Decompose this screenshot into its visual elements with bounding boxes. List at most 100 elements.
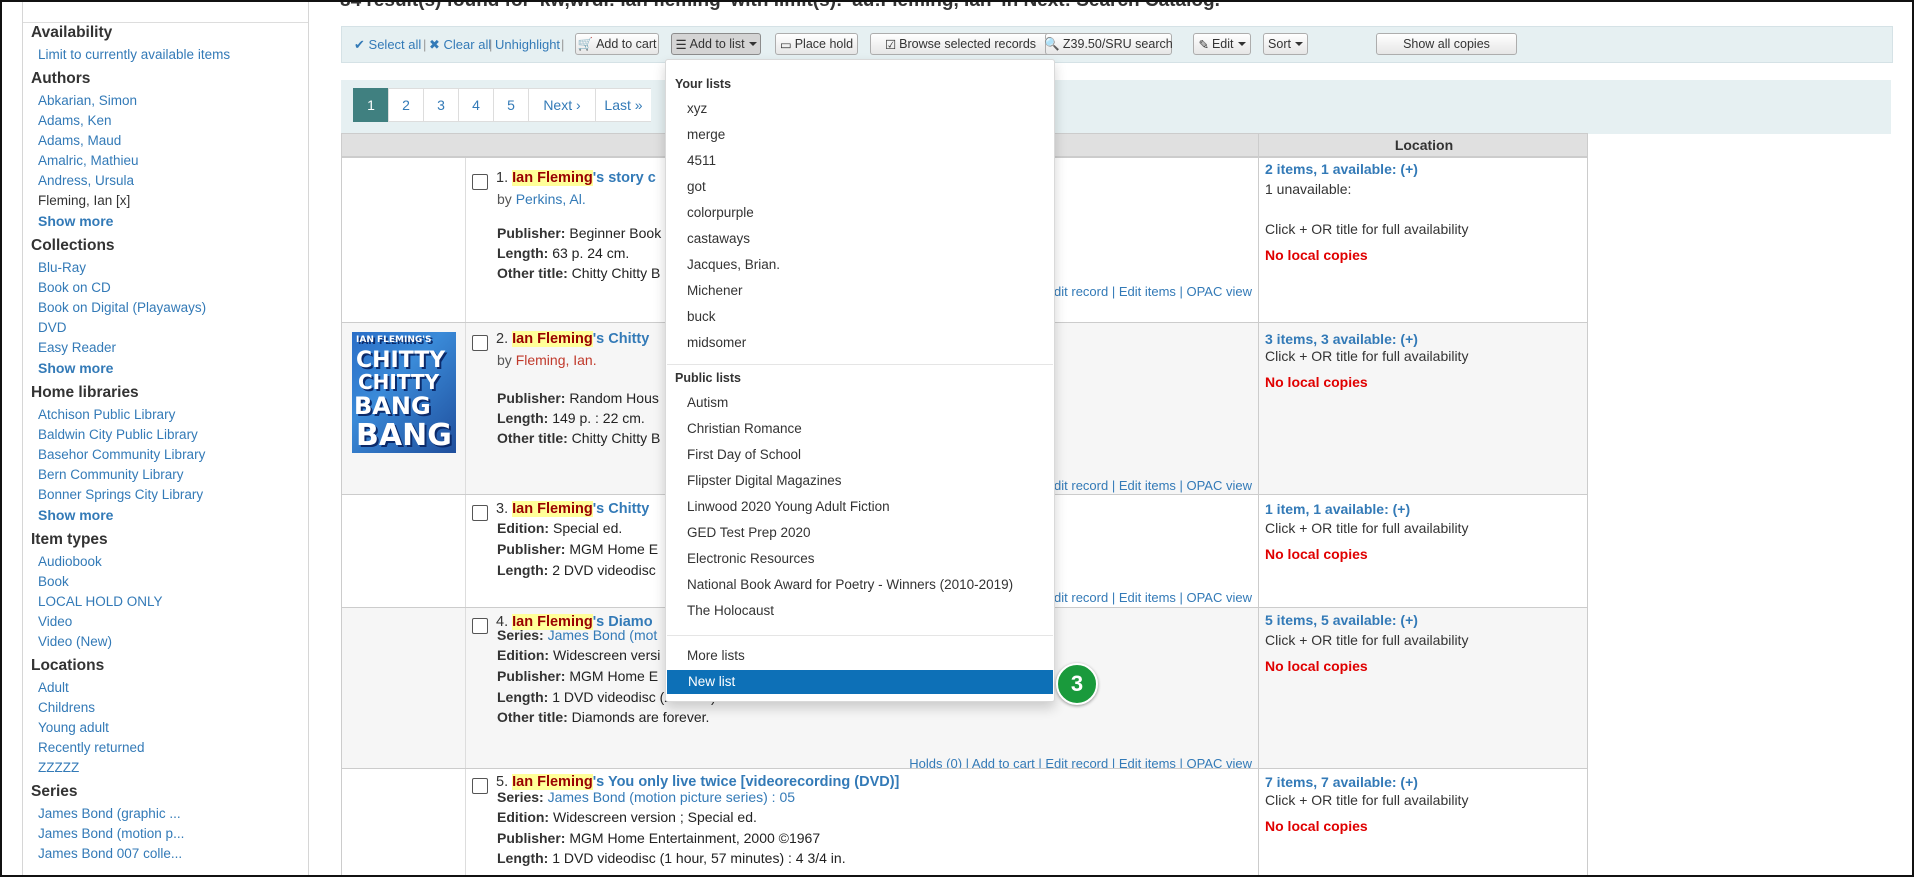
facet-item[interactable]: Adult <box>23 678 308 698</box>
facet-item[interactable]: Andress, Ursula <box>23 171 308 191</box>
public-list-item[interactable]: The Holocaust <box>666 599 1054 623</box>
page-2[interactable]: 2 <box>388 88 424 122</box>
page-1[interactable]: 1 <box>353 88 389 122</box>
record-actions[interactable]: Edit record | Edit items | OPAC view <box>1045 478 1252 493</box>
record-actions[interactable]: Edit record | Edit items | OPAC view <box>1045 590 1252 605</box>
select-checkbox[interactable] <box>472 335 488 351</box>
show-more-link[interactable]: Show more <box>23 505 308 526</box>
availability-link[interactable]: 7 items, 7 available: (+) <box>1265 774 1418 790</box>
add-to-list-button[interactable]: ☰ Add to list <box>671 33 761 55</box>
facet-item[interactable]: Video <box>23 612 308 632</box>
result-title[interactable]: 1. Ian Fleming's story c <box>496 170 656 186</box>
facet-item[interactable]: Fleming, Ian [x] <box>23 191 308 211</box>
facet-item[interactable]: Easy Reader <box>23 338 308 358</box>
facet-item[interactable]: ZZZZZ <box>23 758 308 778</box>
facet-item[interactable]: Atchison Public Library <box>23 405 308 425</box>
availability-link[interactable]: 5 items, 5 available: (+) <box>1265 612 1418 628</box>
z3950-search-button[interactable]: 🔍 Z39.50/SRU search <box>1044 33 1173 55</box>
facet-item[interactable]: Childrens <box>23 698 308 718</box>
last-page-link[interactable]: Last » <box>595 88 651 122</box>
public-list-item[interactable]: Autism <box>666 391 1054 415</box>
your-list-item[interactable]: merge <box>666 123 1054 147</box>
more-lists-item[interactable]: More lists <box>666 644 1054 668</box>
public-list-item[interactable]: Electronic Resources <box>666 547 1054 571</box>
your-list-item[interactable]: colorpurple <box>666 201 1054 225</box>
your-list-item[interactable]: buck <box>666 305 1054 329</box>
show-all-copies-button[interactable]: Show all copies <box>1376 33 1517 55</box>
next-page-link[interactable]: Next › <box>528 88 596 122</box>
select-checkbox[interactable] <box>472 174 488 190</box>
author-link[interactable]: Perkins, Al. <box>516 191 586 207</box>
record-actions[interactable]: Edit record | Edit items | OPAC view <box>1045 284 1252 299</box>
title-link[interactable]: 's story c <box>593 170 656 186</box>
new-list-item[interactable]: New list <box>667 670 1053 694</box>
edit-button[interactable]: ✎ Edit <box>1193 33 1251 55</box>
facet-item[interactable]: Video (New) <box>23 632 308 652</box>
your-list-item[interactable]: Jacques, Brian. <box>666 253 1054 277</box>
result-title[interactable]: 5. Ian Fleming's You only live twice [vi… <box>496 774 899 790</box>
facet-item[interactable]: James Bond (motion p... <box>23 824 308 844</box>
highlighted-term[interactable]: Ian Fleming <box>512 331 593 347</box>
select-all-link[interactable]: ✔ Select all <box>354 37 421 53</box>
availability-link[interactable]: 1 item, 1 available: (+) <box>1265 501 1410 517</box>
public-list-item[interactable]: GED Test Prep 2020 <box>666 521 1054 545</box>
title-link[interactable]: 's You only live twice [videorecording (… <box>593 774 900 790</box>
public-list-item[interactable]: Linwood 2020 Young Adult Fiction <box>666 495 1054 519</box>
cover-image[interactable]: IAN FLEMING'S CHITTY CHITTY BANG BANG <box>352 332 456 453</box>
highlighted-term[interactable]: Ian Fleming <box>512 170 593 186</box>
sort-button[interactable]: Sort <box>1263 33 1308 55</box>
facet-item[interactable]: Young adult <box>23 718 308 738</box>
facet-item[interactable]: James Bond 007 colle... <box>23 844 308 864</box>
facet-item[interactable]: Adams, Ken <box>23 111 308 131</box>
facet-item[interactable]: Bonner Springs City Library <box>23 485 308 505</box>
page-5[interactable]: 5 <box>493 88 529 122</box>
facet-item[interactable]: Adams, Maud <box>23 131 308 151</box>
your-list-item[interactable]: midsomer <box>666 331 1054 355</box>
your-list-item[interactable]: Michener <box>666 279 1054 303</box>
unhighlight-link[interactable]: Unhighlight <box>495 37 560 52</box>
facet-item[interactable]: Baldwin City Public Library <box>23 425 308 445</box>
public-list-item[interactable]: First Day of School <box>666 443 1054 467</box>
result-title[interactable]: 2. Ian Fleming's Chitty <box>496 331 649 347</box>
your-list-item[interactable]: got <box>666 175 1054 199</box>
facet-item[interactable]: Recently returned <box>23 738 308 758</box>
facet-item[interactable]: Book on Digital (Playaways) <box>23 298 308 318</box>
facet-item[interactable]: DVD <box>23 318 308 338</box>
place-hold-button[interactable]: ▭ Place hold <box>775 33 858 55</box>
your-list-item[interactable]: castaways <box>666 227 1054 251</box>
field-value[interactable]: James Bond (motion picture series) : 05 <box>548 789 795 805</box>
page-4[interactable]: 4 <box>458 88 494 122</box>
availability-link[interactable]: 3 items, 3 available: (+) <box>1265 331 1418 347</box>
select-checkbox[interactable] <box>472 505 488 521</box>
availability-link[interactable]: 2 items, 1 available: (+) <box>1265 161 1418 177</box>
title-link[interactable]: 's Chitty <box>593 331 650 347</box>
facet-item[interactable]: Book <box>23 572 308 592</box>
facet-item[interactable]: Abkarian, Simon <box>23 91 308 111</box>
highlighted-term[interactable]: Ian Fleming <box>512 501 593 517</box>
add-to-cart-button[interactable]: 🛒 Add to cart <box>575 33 659 55</box>
facet-item[interactable]: James Bond (graphic ... <box>23 804 308 824</box>
show-more-link[interactable]: Show more <box>23 358 308 379</box>
your-list-item[interactable]: xyz <box>666 97 1054 121</box>
your-list-item[interactable]: 4511 <box>666 149 1054 173</box>
facet-item[interactable]: Bern Community Library <box>23 465 308 485</box>
facet-item[interactable]: Book on CD <box>23 278 308 298</box>
clear-all-link[interactable]: ✖ Clear all <box>429 37 491 53</box>
select-checkbox[interactable] <box>472 778 488 794</box>
page-3[interactable]: 3 <box>423 88 459 122</box>
facet-item[interactable]: LOCAL HOLD ONLY <box>23 592 308 612</box>
public-list-item[interactable]: Christian Romance <box>666 417 1054 441</box>
facet-item[interactable]: Basehor Community Library <box>23 445 308 465</box>
show-more-link[interactable]: Show more <box>23 211 308 232</box>
title-link[interactable]: 's Chitty <box>593 501 650 517</box>
highlighted-term[interactable]: Ian Fleming <box>512 774 593 790</box>
author-link[interactable]: Fleming, Ian. <box>516 352 597 368</box>
facet-item[interactable]: Blu-Ray <box>23 258 308 278</box>
field-value[interactable]: James Bond (mot <box>548 627 658 643</box>
facet-item[interactable]: Limit to currently available items <box>23 45 308 65</box>
facet-item[interactable]: Amalric, Mathieu <box>23 151 308 171</box>
result-title[interactable]: 3. Ian Fleming's Chitty <box>496 501 649 517</box>
select-checkbox[interactable] <box>472 618 488 634</box>
public-list-item[interactable]: Flipster Digital Magazines <box>666 469 1054 493</box>
browse-selected-button[interactable]: ☑ Browse selected records <box>870 33 1051 55</box>
